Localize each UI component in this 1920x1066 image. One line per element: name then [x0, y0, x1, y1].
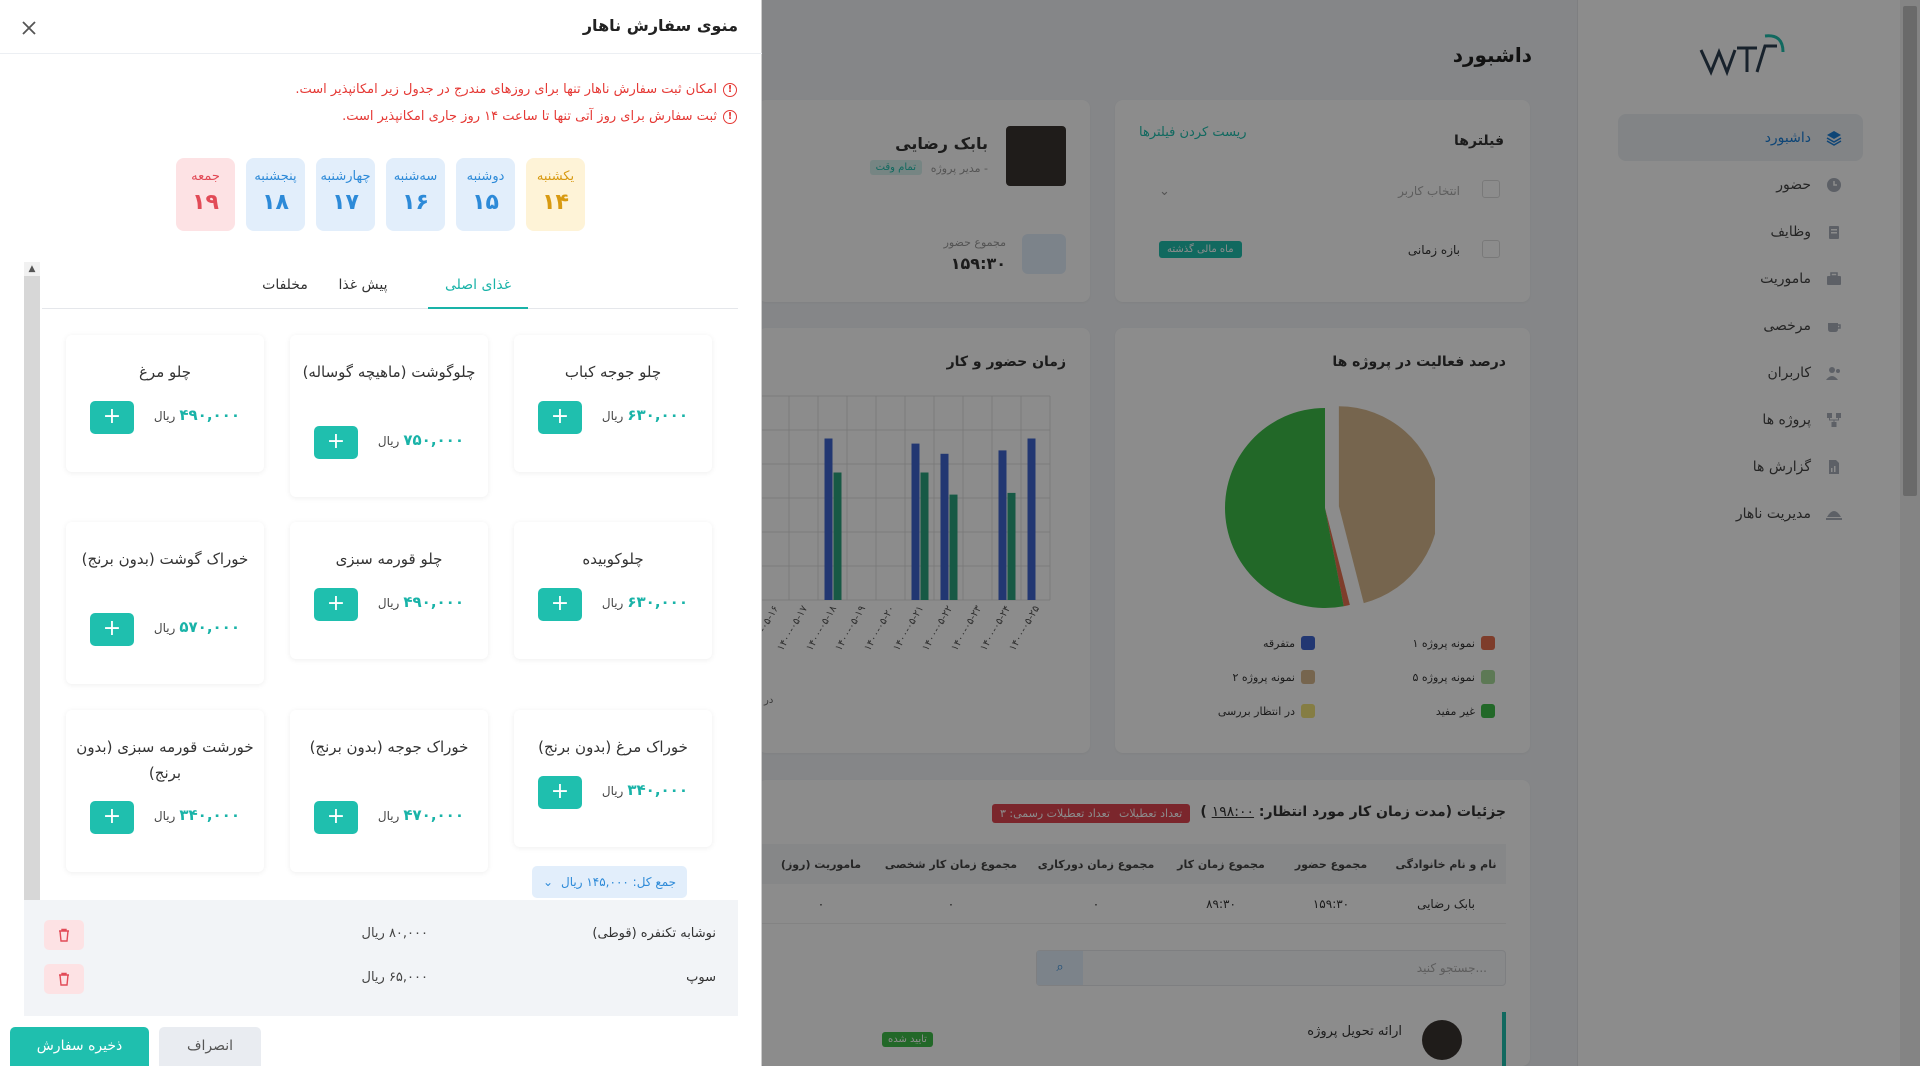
- day-name: دوشنبه: [466, 169, 505, 184]
- trash-icon[interactable]: [44, 964, 84, 994]
- food-card: چلو جوجه کباب ۶۳۰,۰۰۰ ریال +: [514, 335, 712, 472]
- day-name: یکشنبه: [536, 169, 575, 184]
- day-date: ۱۴: [542, 190, 569, 215]
- food-name: چلو جوجه کباب: [564, 363, 662, 381]
- order-item: سوپ ۶۵,۰۰۰ ریال: [24, 958, 738, 998]
- order-item-name: سوپ: [686, 970, 716, 985]
- order-total-toggle[interactable]: جمع کل: ۱۴۵,۰۰۰ ریال ⌄: [532, 866, 687, 898]
- tab-sides[interactable]: مخلفات: [250, 265, 320, 309]
- food-tabs: غذای اصلی پیش غذا مخلفات: [42, 265, 738, 309]
- drawer-title: منوی سفارش ناهار: [582, 16, 738, 35]
- food-name: خوراک جوجه (بدون برنج): [309, 738, 469, 756]
- day-date: ۱۸: [262, 190, 289, 215]
- food-card: خوراک گوشت (بدون برنج) ۵۷۰,۰۰۰ ریال +: [66, 522, 264, 684]
- food-card: چلوگوشت (ماهیچه گوساله) ۷۵۰,۰۰۰ ریال +: [290, 335, 488, 497]
- food-card: چلو قورمه سبزی ۴۹۰,۰۰۰ ریال +: [290, 522, 488, 659]
- day-date: ۱۶: [402, 190, 429, 215]
- add-to-order-button[interactable]: +: [538, 401, 582, 434]
- food-card: چلوکوبیده ۶۳۰,۰۰۰ ریال +: [514, 522, 712, 659]
- food-price: ۳۴۰,۰۰۰ ریال: [601, 781, 688, 799]
- close-icon[interactable]: [20, 19, 38, 37]
- food-name: چلو قورمه سبزی: [335, 550, 443, 568]
- food-price: ۷۵۰,۰۰۰ ریال: [377, 431, 464, 449]
- day-date: ۱۷: [332, 190, 359, 215]
- trash-icon[interactable]: [44, 920, 84, 950]
- day-date: ۱۹: [192, 190, 219, 215]
- info-icon: !: [723, 82, 737, 97]
- day-4[interactable]: چهارشنبه ۱۷: [316, 158, 375, 231]
- day-date: ۱۵: [472, 190, 499, 215]
- food-price: ۶۳۰,۰۰۰ ریال: [601, 593, 688, 611]
- food-price: ۴۹۰,۰۰۰ ریال: [153, 406, 240, 424]
- order-item-price: ۸۰,۰۰۰ ریال: [361, 926, 428, 941]
- add-to-order-button[interactable]: +: [314, 801, 358, 834]
- day-5[interactable]: پنجشنبه ۱۸: [246, 158, 305, 231]
- day-3[interactable]: سه‌شنبه ۱۶: [386, 158, 445, 231]
- day-6[interactable]: جمعه ۱۹: [176, 158, 235, 231]
- food-card: خورشت قورمه سبزی (بدون برنج) ۳۴۰,۰۰۰ ریال +: [66, 710, 264, 872]
- day-name: سه‌شنبه: [393, 169, 438, 184]
- food-price: ۳۴۰,۰۰۰ ریال: [153, 806, 240, 824]
- cancel-button[interactable]: انصراف: [159, 1027, 261, 1066]
- day-selector: یکشنبه ۱۴ دوشنبه ۱۵ سه‌شنبه ۱۶ چهارشنبه ۱۷ پنجشن…: [176, 158, 585, 231]
- food-card: خوراک جوجه (بدون برنج) ۴۷۰,۰۰۰ ریال +: [290, 710, 488, 872]
- day-name: پنجشنبه: [254, 169, 297, 184]
- notice-order-deadline: ! ثبت سفارش برای روز آتی تنها تا ساعت ۱۴…: [342, 109, 737, 124]
- notice-order-days: ! امکان ثبت سفارش ناهار تنها برای روزهای…: [295, 82, 737, 97]
- food-price: ۵۷۰,۰۰۰ ریال: [153, 618, 240, 636]
- food-price: ۶۳۰,۰۰۰ ریال: [601, 406, 688, 424]
- tab-appetizer[interactable]: پیش غذا: [328, 265, 398, 309]
- lunch-order-drawer: منوی سفارش ناهار ! امکان ثبت سفارش ناهار…: [0, 0, 762, 1066]
- chevron-down-icon: ⌄: [542, 875, 554, 889]
- order-summary: نوشابه تکنفره (قوطی) ۸۰,۰۰۰ ریال سوپ ۶۵,۰۰۰…: [24, 900, 738, 1016]
- day-1[interactable]: یکشنبه ۱۴: [526, 158, 585, 231]
- food-name: خوراک گوشت (بدون برنج): [81, 550, 249, 568]
- save-order-button[interactable]: ذخیره سفارش: [10, 1027, 149, 1066]
- add-to-order-button[interactable]: +: [538, 776, 582, 809]
- chevron-up-icon[interactable]: ▲: [24, 262, 40, 276]
- food-name: چلو مرغ: [138, 363, 192, 381]
- add-to-order-button[interactable]: +: [90, 801, 134, 834]
- day-2[interactable]: دوشنبه ۱۵: [456, 158, 515, 231]
- order-item-price: ۶۵,۰۰۰ ریال: [361, 970, 428, 985]
- food-price: ۴۷۰,۰۰۰ ریال: [377, 806, 464, 824]
- tab-main-course[interactable]: غذای اصلی: [428, 265, 528, 309]
- order-item-name: نوشابه تکنفره (قوطی): [592, 926, 716, 941]
- add-to-order-button[interactable]: +: [314, 426, 358, 459]
- day-name: چهارشنبه: [320, 169, 371, 184]
- add-to-order-button[interactable]: +: [314, 588, 358, 621]
- food-name: چلوگوشت (ماهیچه گوساله): [302, 363, 476, 381]
- food-price: ۴۹۰,۰۰۰ ریال: [377, 593, 464, 611]
- order-item: نوشابه تکنفره (قوطی) ۸۰,۰۰۰ ریال: [24, 914, 738, 954]
- food-name: خوراک مرغ (بدون برنج): [538, 738, 688, 756]
- food-name: خورشت قورمه سبزی (بدون برنج): [76, 738, 254, 782]
- drawer-header: منوی سفارش ناهار: [0, 0, 762, 54]
- day-name: جمعه: [191, 169, 220, 184]
- food-card: خوراک مرغ (بدون برنج) ۳۴۰,۰۰۰ ریال +: [514, 710, 712, 847]
- add-to-order-button[interactable]: +: [538, 588, 582, 621]
- order-total: جمع کل: ۱۴۵,۰۰۰ ریال: [561, 875, 677, 889]
- food-card: چلو مرغ ۴۹۰,۰۰۰ ریال +: [66, 335, 264, 472]
- info-icon: !: [723, 109, 737, 124]
- drawer-scrollbar[interactable]: ▲: [24, 262, 40, 902]
- food-name: چلوکوبیده: [582, 550, 644, 568]
- add-to-order-button[interactable]: +: [90, 613, 134, 646]
- add-to-order-button[interactable]: +: [90, 401, 134, 434]
